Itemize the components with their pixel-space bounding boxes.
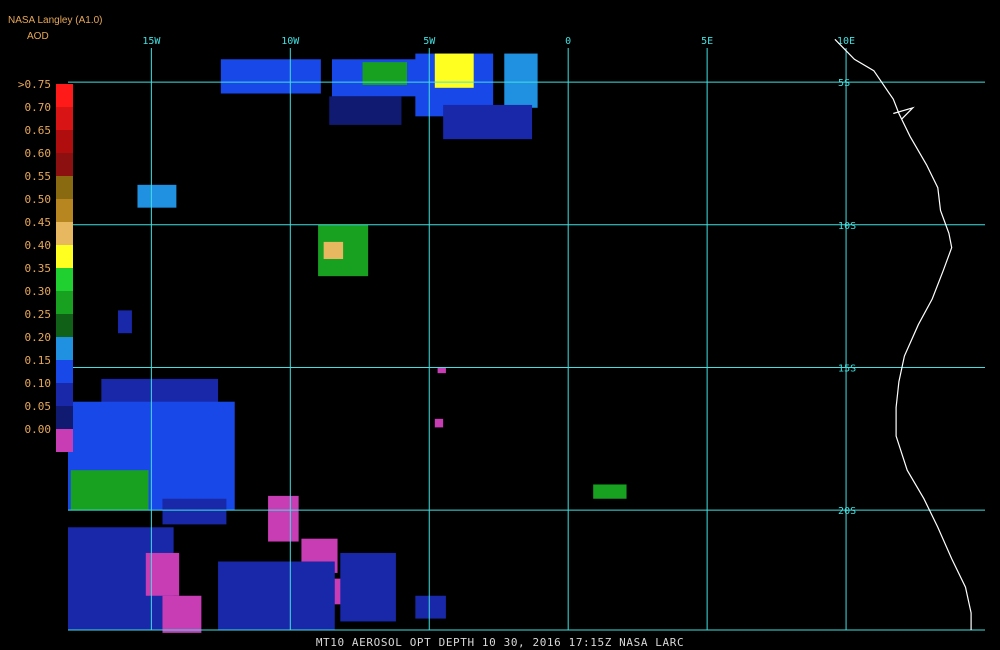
- legend-label: 0.30: [25, 285, 52, 298]
- legend-swatch: [56, 84, 73, 107]
- legend-label: 0.05: [25, 400, 52, 413]
- aerosol-patch: [323, 241, 344, 260]
- aerosol-patch: [329, 96, 402, 125]
- longitude-label: 15W: [142, 36, 161, 47]
- aerosol-patch: [70, 470, 149, 511]
- aerosol-patch: [362, 62, 408, 85]
- legend-swatch: [56, 245, 73, 268]
- aerosol-patch: [220, 59, 321, 94]
- aerosol-patch: [218, 561, 335, 630]
- legend-swatch: [56, 199, 73, 222]
- legend-label: 0.20: [25, 331, 52, 344]
- aerosol-patch: [162, 498, 227, 525]
- legend-label: 0.40: [25, 239, 52, 252]
- legend-label: 0.60: [25, 147, 52, 160]
- legend-label: 0.00: [25, 423, 52, 436]
- latitude-label: 5S: [838, 78, 850, 89]
- legend-label: 0.65: [25, 124, 52, 137]
- legend-swatch: [56, 107, 73, 130]
- aerosol-patch: [137, 184, 177, 208]
- latitude-label: 10S: [838, 221, 856, 232]
- longitude-label: 10W: [281, 36, 300, 47]
- legend-label: 0.15: [25, 354, 52, 367]
- latitude-label: 15S: [838, 363, 856, 374]
- aerosol-patch: [340, 552, 396, 622]
- longitude-label: 5W: [423, 36, 436, 47]
- legend-label: 0.25: [25, 308, 52, 321]
- aerosol-patch: [118, 310, 132, 334]
- legend-swatch: [56, 406, 73, 429]
- legend-swatch: [56, 314, 73, 337]
- longitude-label: 0: [565, 36, 571, 47]
- aerosol-patch: [593, 484, 627, 499]
- legend-swatch: [56, 337, 73, 360]
- legend-swatch: [56, 383, 73, 406]
- legend-swatch: [56, 222, 73, 245]
- latitude-label: 20S: [838, 506, 856, 517]
- legend-swatch: [56, 291, 73, 314]
- legend-label: 0.10: [25, 377, 52, 390]
- legend-swatch: [56, 153, 73, 176]
- map-caption: MT10 AEROSOL OPT DEPTH 10 30, 2016 17:15…: [315, 636, 685, 649]
- legend-label: 0.55: [25, 170, 52, 183]
- legend-swatch: [56, 176, 73, 199]
- legend-label: >0.75: [18, 78, 51, 91]
- longitude-label: 5E: [701, 36, 713, 47]
- africa-coastline: [834, 38, 972, 630]
- aerosol-patch: [162, 595, 202, 633]
- longitude-label: 10E: [837, 36, 855, 47]
- aerosol-patch: [504, 53, 538, 108]
- legend-label: 0.50: [25, 193, 52, 206]
- aod-color-legend: >0.75 0.70 0.65 0.60 0.55 0.50 0.45 0.40 0.35 0.3…: [18, 78, 73, 452]
- aerosol-patch: [434, 418, 444, 428]
- aerosol-patch: [415, 595, 446, 619]
- legend-label: 0.70: [25, 101, 52, 114]
- coastline: [834, 38, 972, 630]
- legend-label: 0.35: [25, 262, 52, 275]
- aerosol-patch: [443, 104, 533, 140]
- legend-swatch: [56, 268, 73, 291]
- aod-map: 15W 10W 5W 0 5E 10E 5S 10S 15S 20S >0.75 0.70 0.65 0…: [18, 36, 985, 633]
- legend-label: 0.45: [25, 216, 52, 229]
- aerosol-patch: [434, 53, 474, 88]
- legend-swatch: [56, 360, 73, 383]
- aerosol-patch: [268, 495, 299, 542]
- aerosol-patch: [145, 552, 180, 596]
- legend-swatch: [56, 429, 73, 452]
- aerosol-patch: [437, 367, 446, 374]
- legend-swatch: [56, 130, 73, 153]
- congo-inlet: [893, 106, 915, 120]
